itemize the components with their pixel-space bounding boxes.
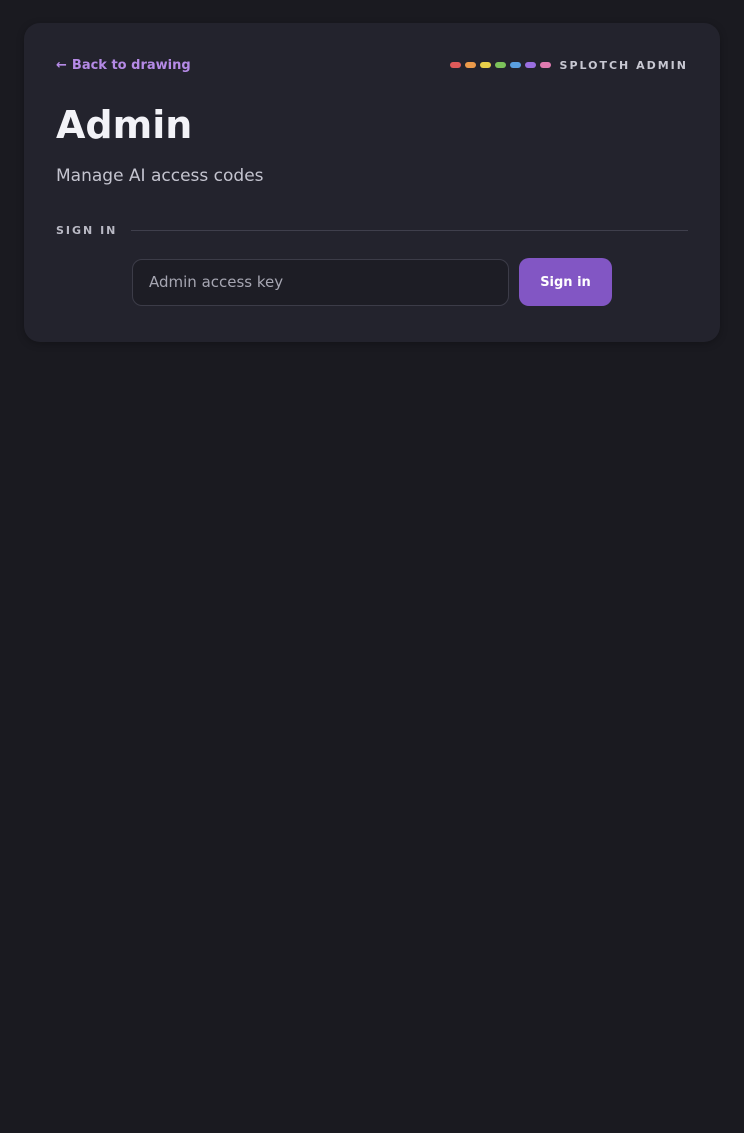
admin-key-input[interactable] [132,258,509,306]
brand-dot-icon [509,62,521,68]
page-subtitle: Manage AI access codes [56,166,264,186]
section-divider [131,229,688,231]
brand-dot-icon [479,62,491,68]
back-arrow-icon: ← [56,57,67,73]
brand-dot-icon [494,62,506,68]
brand: SPLOTCH ADMIN [449,58,688,72]
brand-dot-icon [524,62,536,68]
signin-section-header: SIGN IN [56,223,688,237]
sign-in-button[interactable]: Sign in [519,258,612,306]
back-to-drawing-link[interactable]: ← Back to drawing [56,58,191,73]
page-title: Admin [56,103,193,147]
card-header: ← Back to drawing SPLOTCH ADMIN [56,56,688,74]
brand-color-dots-icon [449,62,551,68]
brand-dot-icon [539,62,551,68]
brand-dot-icon [464,62,476,68]
back-link-label: Back to drawing [71,57,191,73]
signin-form: Sign in [132,258,612,306]
signin-section-label: SIGN IN [56,223,118,237]
brand-name: SPLOTCH ADMIN [559,58,688,72]
brand-dot-icon [449,62,461,68]
admin-card: ← Back to drawing SPLOTCH ADMIN Admin Ma… [24,23,720,342]
